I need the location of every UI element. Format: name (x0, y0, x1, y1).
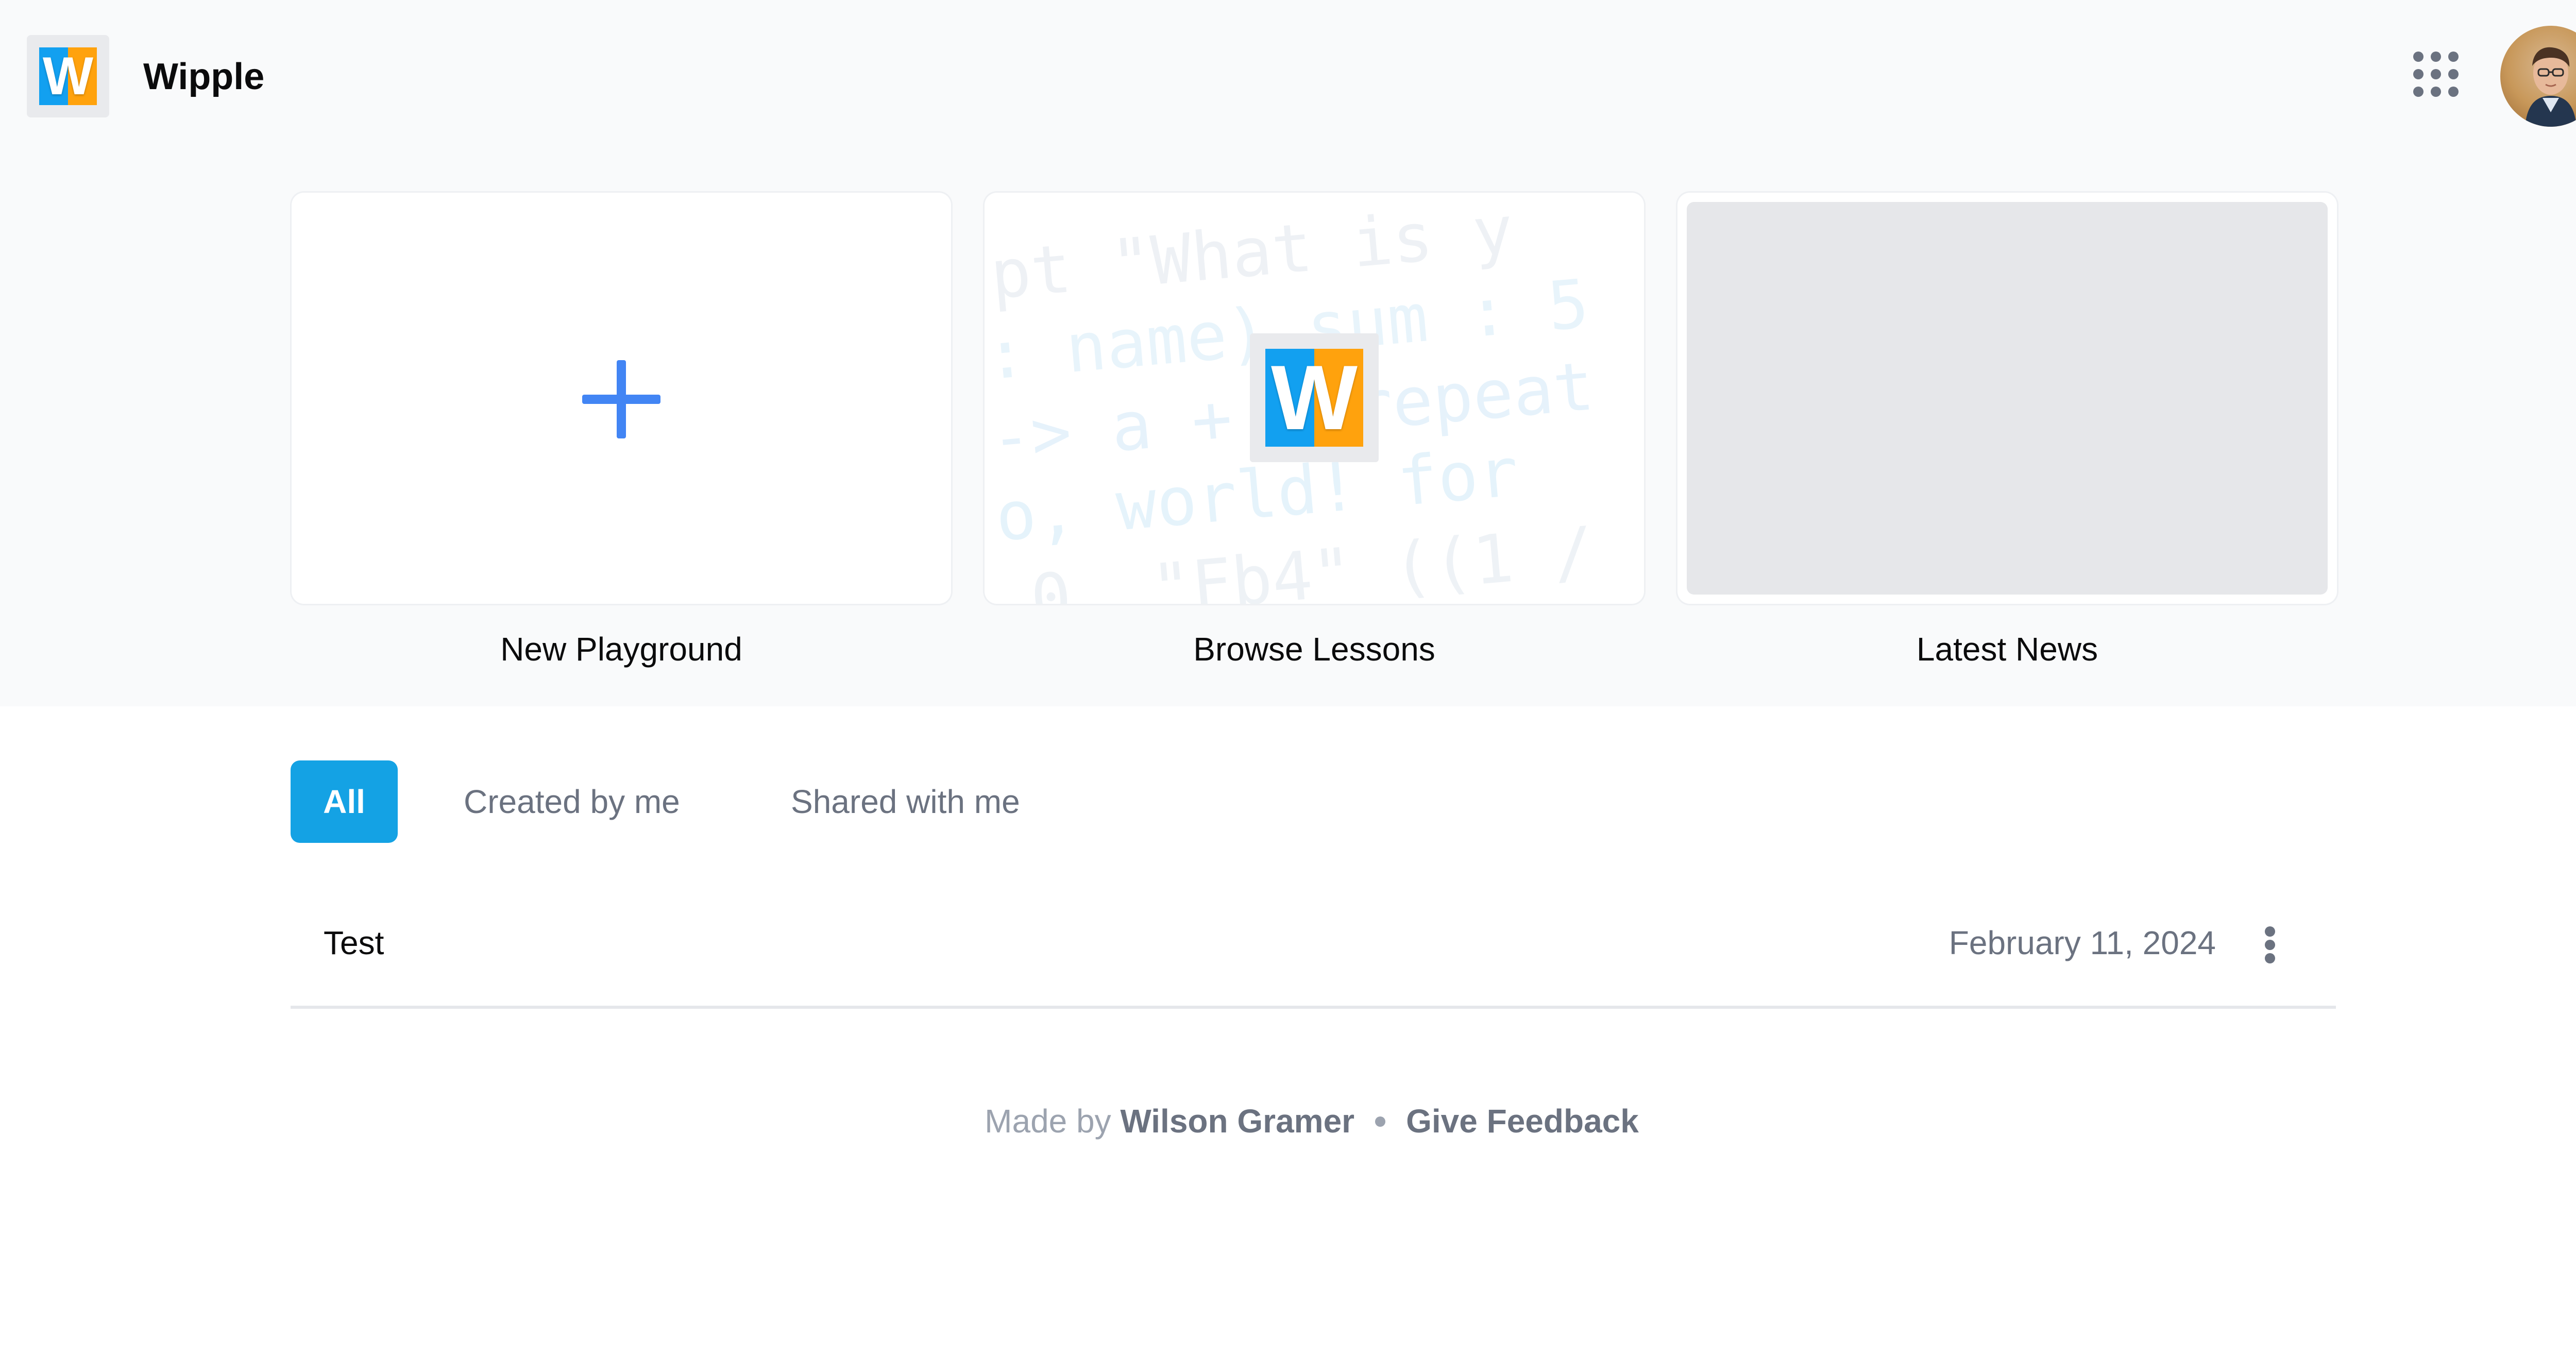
wipple-logo-icon: W (1265, 349, 1363, 447)
user-avatar[interactable] (2500, 26, 2576, 127)
tab-created-by-me[interactable]: Created by me (464, 760, 680, 843)
apps-grid-icon[interactable] (2413, 52, 2459, 99)
lessons-logo: W (1250, 333, 1379, 462)
plus-icon (582, 360, 660, 438)
give-feedback-link[interactable]: Give Feedback (1406, 1103, 1639, 1140)
new-playground-card[interactable] (292, 193, 951, 604)
browse-lessons-label[interactable]: Browse Lessons (985, 630, 1644, 669)
app-logo[interactable]: W (27, 35, 109, 117)
project-row[interactable]: Test February 11, 2024 (291, 887, 2336, 1009)
wipple-logo-icon: W (39, 47, 97, 105)
tab-all[interactable]: All (291, 760, 398, 843)
avatar-portrait (2525, 47, 2576, 127)
latest-news-card[interactable] (1677, 193, 2337, 604)
home-page: W Wipple pt "What is y : name) sum: 5 -… (0, 0, 2576, 1355)
new-playground-label[interactable]: New Playground (292, 630, 951, 669)
app-name: Wipple (143, 56, 265, 97)
project-title: Test (324, 924, 384, 961)
logo-letter: W (1270, 349, 1358, 447)
latest-news-label[interactable]: Latest News (1677, 630, 2337, 669)
author-link[interactable]: Wilson Gramer (1120, 1103, 1354, 1140)
tab-shared-with-me[interactable]: Shared with me (791, 760, 1020, 843)
made-by-text: Made by (985, 1103, 1121, 1140)
news-image-placeholder (1687, 202, 2328, 595)
logo-letter: W (42, 47, 94, 105)
project-date: February 11, 2024 (1948, 924, 2216, 961)
header: W Wipple (0, 0, 2576, 155)
separator-dot (1375, 1116, 1386, 1127)
footer: Made by Wilson Gramer Give Feedback (0, 1100, 2576, 1142)
browse-lessons-card[interactable]: pt "What is y : name) sum : 5 -> a + b r… (985, 193, 1644, 604)
more-vertical-icon[interactable] (2260, 926, 2280, 963)
